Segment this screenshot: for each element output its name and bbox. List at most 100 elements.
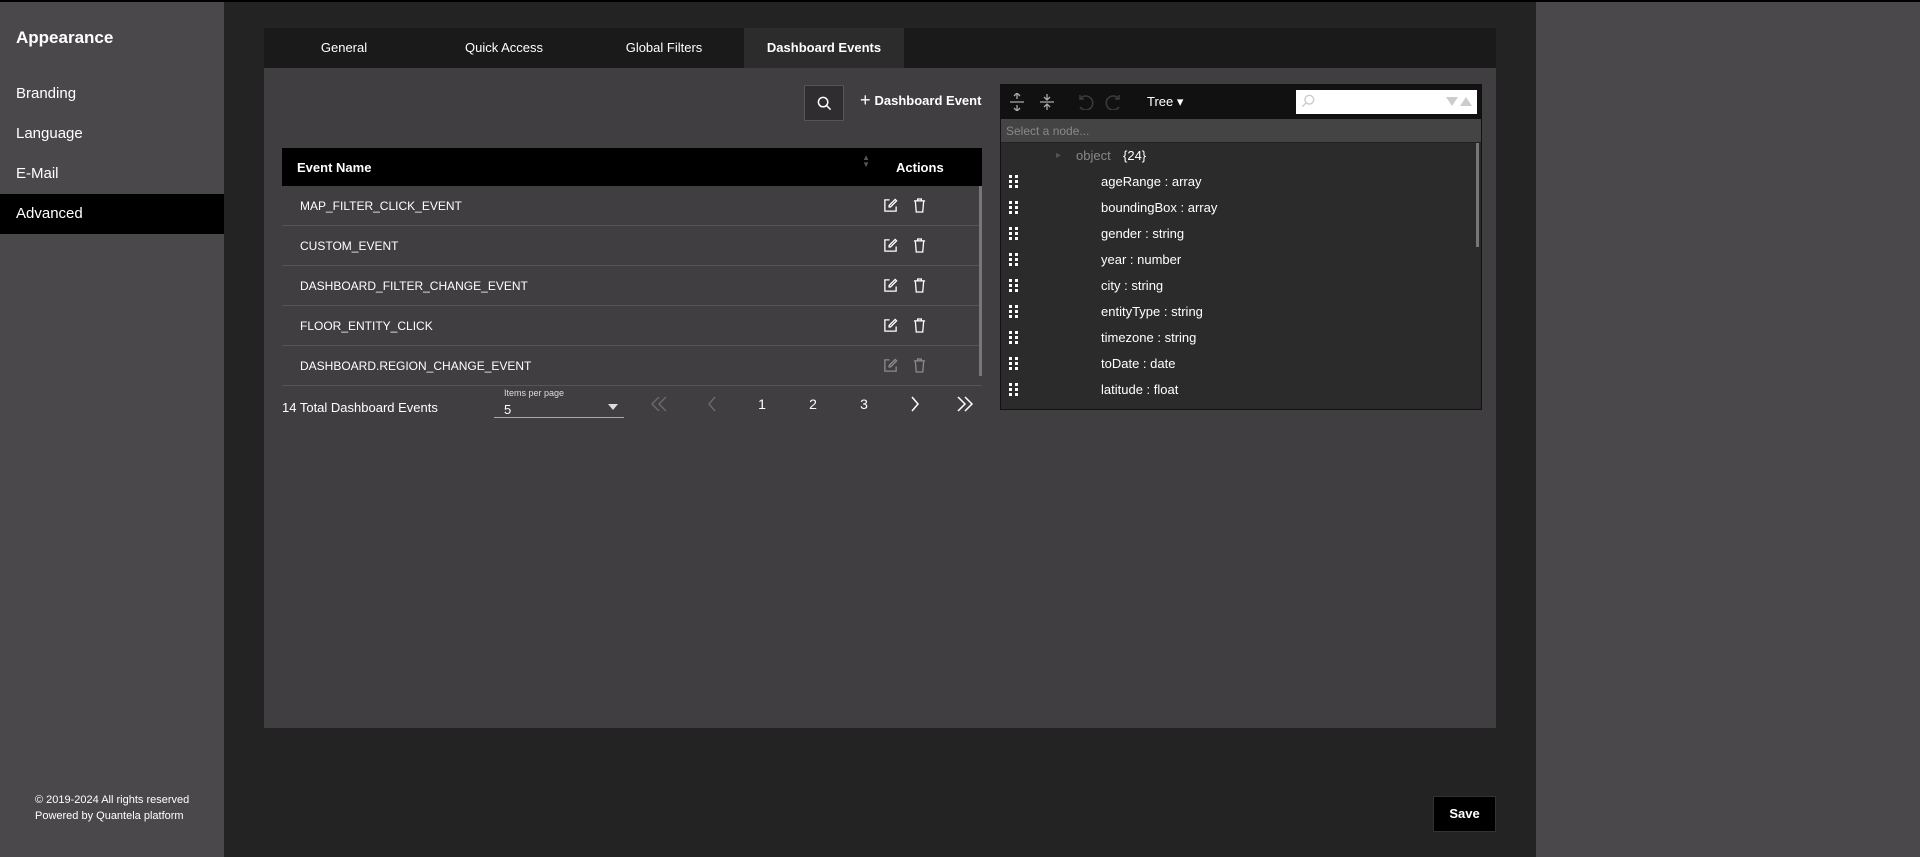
tree-field-node[interactable]: gender : string bbox=[1001, 221, 1471, 247]
drag-handle-icon[interactable] bbox=[1009, 201, 1019, 215]
drag-handle-icon[interactable] bbox=[1009, 357, 1019, 371]
next-page-button[interactable] bbox=[903, 396, 927, 415]
field-type-text: string bbox=[1164, 330, 1197, 345]
redo-icon bbox=[1105, 95, 1120, 110]
plus-icon: + bbox=[860, 90, 871, 110]
tree-scrollbar[interactable] bbox=[1476, 143, 1479, 247]
drag-handle-icon[interactable] bbox=[1009, 175, 1019, 189]
field-separator: : bbox=[1139, 356, 1151, 371]
total-count-label: 14 Total Dashboard Events bbox=[282, 400, 438, 415]
sidebar-item-advanced[interactable]: Advanced bbox=[0, 194, 224, 234]
items-per-page-select[interactable]: Items per page 5 bbox=[494, 386, 624, 418]
tree-field-node[interactable]: toDate : date bbox=[1001, 351, 1471, 377]
add-dashboard-event-button[interactable]: + Dashboard Event bbox=[860, 90, 982, 110]
delete-icon[interactable] bbox=[911, 318, 927, 334]
search-prev-icon[interactable] bbox=[1460, 97, 1472, 107]
event-name-cell: DASHBOARD_FILTER_CHANGE_EVENT bbox=[300, 278, 528, 293]
undo-icon bbox=[1079, 95, 1094, 110]
first-page-button[interactable] bbox=[647, 396, 671, 415]
delete-icon[interactable] bbox=[911, 358, 927, 374]
field-key-text: city bbox=[1101, 278, 1125, 293]
tab-global-filters[interactable]: Global Filters bbox=[584, 28, 744, 68]
tab-bar: General Quick Access Global Filters Dash… bbox=[264, 28, 1496, 68]
sort-icon[interactable]: ▲ ▼ bbox=[862, 153, 870, 168]
tab-general[interactable]: General bbox=[264, 28, 424, 68]
sidebar-item-language[interactable]: Language bbox=[0, 114, 224, 154]
field-type-text: string bbox=[1131, 278, 1164, 293]
sidebar-item-email[interactable]: E-Mail bbox=[0, 154, 224, 194]
tree-field-node[interactable]: year : number bbox=[1001, 247, 1471, 273]
event-name-cell: CUSTOM_EVENT bbox=[300, 238, 399, 253]
add-dashboard-event-label: Dashboard Event bbox=[874, 92, 982, 108]
tree-field-node[interactable]: ageRange : array bbox=[1001, 169, 1471, 195]
node-navigation-bar[interactable]: Select a node... bbox=[1001, 119, 1481, 143]
undo-button[interactable] bbox=[1074, 92, 1096, 112]
field-type-text: number bbox=[1137, 252, 1182, 267]
edit-icon[interactable] bbox=[882, 358, 898, 374]
redo-button[interactable] bbox=[1103, 92, 1125, 112]
delete-icon[interactable] bbox=[911, 198, 927, 214]
drag-handle-icon[interactable] bbox=[1009, 383, 1019, 397]
tree-field-node[interactable]: timezone : string bbox=[1001, 325, 1471, 351]
tree-field-node[interactable]: latitude : float bbox=[1001, 377, 1471, 403]
tab-quick-access[interactable]: Quick Access bbox=[424, 28, 584, 68]
drag-handle-icon[interactable] bbox=[1009, 279, 1019, 293]
page-2-button[interactable]: 2 bbox=[801, 396, 825, 412]
tree-field-key[interactable]: entityType : string bbox=[1101, 299, 1203, 325]
tree-field-key[interactable]: year : number bbox=[1101, 247, 1181, 273]
tree-field-key[interactable]: city : string bbox=[1101, 273, 1163, 299]
tree-field-key[interactable]: ageRange : array bbox=[1101, 169, 1201, 195]
search-next-icon[interactable] bbox=[1446, 97, 1458, 107]
tree-field-node[interactable]: city : string bbox=[1001, 273, 1471, 299]
field-separator: : bbox=[1141, 226, 1153, 241]
tree-field-key[interactable]: boundingBox : array bbox=[1101, 195, 1217, 221]
mode-select[interactable]: Tree ▾ bbox=[1147, 94, 1183, 110]
json-search-input[interactable] bbox=[1296, 90, 1477, 114]
search-button[interactable] bbox=[804, 85, 844, 121]
delete-icon[interactable] bbox=[911, 278, 927, 294]
right-background bbox=[1536, 2, 1920, 857]
tree-field-key[interactable]: timezone : string bbox=[1101, 325, 1196, 351]
collapse-root-icon[interactable]: ▸ bbox=[1056, 143, 1061, 169]
event-name-cell: DASHBOARD.REGION_CHANGE_EVENT bbox=[300, 358, 532, 373]
drag-handle-icon[interactable] bbox=[1009, 253, 1019, 267]
column-header-event-name[interactable]: Event Name ▲ ▼ bbox=[282, 153, 874, 175]
drag-handle-icon[interactable] bbox=[1009, 227, 1019, 241]
search-icon bbox=[1301, 94, 1315, 108]
copyright-text: © 2019-2024 All rights reserved bbox=[35, 794, 190, 806]
collapse-all-button[interactable] bbox=[1036, 92, 1058, 112]
tree-field-key[interactable]: gender : string bbox=[1101, 221, 1184, 247]
field-type-text: array bbox=[1171, 174, 1202, 189]
save-button[interactable]: Save bbox=[1433, 796, 1496, 832]
table-row: DASHBOARD_FILTER_CHANGE_EVENT bbox=[282, 266, 982, 306]
page-3-button[interactable]: 3 bbox=[852, 396, 876, 412]
edit-icon[interactable] bbox=[882, 278, 898, 294]
expand-all-button[interactable] bbox=[1006, 92, 1028, 112]
sidebar-footer: © 2019-2024 All rights reserved Powered … bbox=[35, 792, 189, 824]
field-separator: : bbox=[1161, 174, 1172, 189]
table-scrollbar[interactable] bbox=[979, 186, 982, 376]
edit-icon[interactable] bbox=[882, 318, 898, 334]
delete-icon[interactable] bbox=[911, 238, 927, 254]
tab-dashboard-events[interactable]: Dashboard Events bbox=[744, 28, 904, 68]
edit-icon[interactable] bbox=[882, 198, 898, 214]
powered-by-text: Powered by Quantela platform bbox=[35, 810, 184, 822]
tree-field-node[interactable]: boundingBox : array bbox=[1001, 195, 1471, 221]
field-key-text: entityType bbox=[1101, 304, 1161, 319]
items-per-page-value: 5 bbox=[504, 402, 512, 417]
tree-root-node[interactable]: ▸ object {24} bbox=[1001, 143, 1471, 169]
prev-page-button[interactable] bbox=[700, 396, 724, 415]
sidebar-item-branding[interactable]: Branding bbox=[0, 74, 224, 114]
tree-field-node[interactable]: entityType : string bbox=[1001, 299, 1471, 325]
drag-handle-icon[interactable] bbox=[1009, 305, 1019, 319]
sidebar: Appearance Branding Language E-Mail Adva… bbox=[0, 2, 224, 857]
field-key-text: latitude bbox=[1101, 382, 1143, 397]
tree-field-key[interactable]: latitude : float bbox=[1101, 377, 1178, 403]
field-separator: : bbox=[1153, 330, 1165, 345]
last-page-button[interactable] bbox=[953, 396, 977, 415]
edit-icon[interactable] bbox=[882, 238, 898, 254]
page-1-button[interactable]: 1 bbox=[750, 396, 774, 412]
tree-field-key[interactable]: toDate : date bbox=[1101, 351, 1175, 377]
json-tree: ▸ object {24} ageRange : array boundingBo… bbox=[1001, 143, 1481, 409]
drag-handle-icon[interactable] bbox=[1009, 331, 1019, 345]
